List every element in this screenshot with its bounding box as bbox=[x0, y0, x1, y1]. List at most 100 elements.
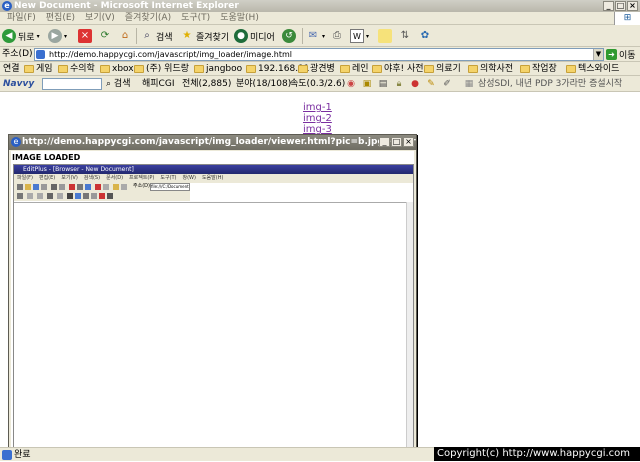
popup-title: http://demo.happycgi.com/javascript/img_… bbox=[9, 135, 416, 150]
toolbar-separator bbox=[302, 28, 303, 44]
address-input[interactable]: http://demo.happycgi.com/javascript/img_… bbox=[34, 48, 604, 61]
link-item[interactable]: 게임 bbox=[24, 62, 53, 76]
navvy-total[interactable]: 전체(2,885) bbox=[182, 76, 231, 92]
pencil-icon[interactable]: ✎ bbox=[426, 79, 436, 89]
mail-dropdown-icon: ▾ bbox=[322, 32, 326, 40]
media-button[interactable]: ● 미디어 bbox=[234, 28, 275, 44]
refresh-icon: ⟳ bbox=[100, 30, 110, 41]
menu-file[interactable]: 파일(F) bbox=[2, 12, 41, 25]
sync-icon: ⇅ bbox=[400, 30, 410, 41]
media-icon: ● bbox=[234, 29, 248, 43]
menu-favorites[interactable]: 즐겨찾기(A) bbox=[120, 12, 176, 25]
navvy-tool-icon[interactable]: ✐ bbox=[442, 79, 452, 89]
home-icon: ⌂ bbox=[121, 30, 129, 41]
link-item[interactable]: 야후! 사전 bbox=[372, 62, 424, 76]
go-arrow-icon: ➜ bbox=[606, 49, 617, 60]
folder-icon bbox=[468, 65, 478, 73]
link-item[interactable]: 작업장 bbox=[520, 62, 557, 76]
navvy-record-icon[interactable]: ● bbox=[410, 79, 420, 89]
menu-view[interactable]: 보기(V) bbox=[80, 12, 120, 25]
print-button[interactable]: ⎙ bbox=[330, 28, 344, 44]
stop-button[interactable]: × bbox=[78, 28, 92, 44]
standard-toolbar: ◀ 뒤로 ▾ ▶ ▾ × ⟳ ⌂ ⌕ 검색 ★ 즐겨찾기 ● 미디어 ↺ ✉ ▾… bbox=[0, 25, 640, 47]
link-item[interactable]: 레인 bbox=[340, 62, 369, 76]
buddy-icon: ✿ bbox=[420, 30, 430, 41]
search-icon: ⌕ bbox=[106, 79, 112, 89]
refresh-button[interactable]: ⟳ bbox=[98, 28, 112, 44]
address-label: 주소(D) bbox=[2, 49, 33, 59]
discuss-button[interactable] bbox=[378, 28, 392, 44]
link-item[interactable]: 의학사전 bbox=[468, 62, 513, 76]
popup-minimize-button[interactable]: _ bbox=[379, 137, 390, 147]
word-icon: W bbox=[350, 29, 364, 43]
link-item[interactable]: 의료기 bbox=[424, 62, 461, 76]
editplus-address-input: file:///C:/Documents%20 bbox=[150, 183, 190, 191]
folder-icon bbox=[58, 65, 68, 73]
navvy-search-button[interactable]: ⌕ 검색 bbox=[106, 76, 130, 92]
link-item[interactable]: (주) 위드랑 bbox=[134, 62, 189, 76]
page-icon bbox=[36, 50, 45, 59]
ie-window: e New Document - Microsoft Internet Expl… bbox=[0, 0, 640, 461]
img-link-2[interactable]: img-2 bbox=[303, 113, 332, 124]
navvy-toolbar: Navvy ⌕ 검색 해피CGI 전체(2,885) 분야(18/108) 속도… bbox=[0, 76, 640, 92]
navvy-search-input[interactable] bbox=[42, 78, 102, 90]
folder-icon bbox=[566, 65, 576, 73]
navvy-brand[interactable]: Navvy bbox=[3, 76, 34, 92]
navvy-memo-icon[interactable]: ▣ bbox=[362, 79, 372, 89]
link-item[interactable]: 광견병 bbox=[298, 62, 335, 76]
minimize-button[interactable]: _ bbox=[603, 1, 614, 11]
search-icon: ⌕ bbox=[144, 30, 150, 41]
navvy-ad-text[interactable]: 삼성SDI, 내년 PDP 3가라만 증설시작 bbox=[478, 76, 622, 92]
link-item[interactable]: jangboo bbox=[194, 62, 242, 76]
forward-arrow-icon: ▶ bbox=[48, 29, 62, 43]
back-arrow-icon: ◀ bbox=[2, 29, 16, 43]
forward-button[interactable]: ▶ ▾ bbox=[48, 28, 67, 44]
copyright-banner: Copyright(c) http://www.happycgi.com bbox=[434, 447, 640, 461]
editplus-scrollbar bbox=[406, 202, 413, 447]
editplus-toolbar-2 bbox=[14, 192, 190, 201]
address-bar: 주소(D) http://demo.happycgi.com/javascrip… bbox=[0, 47, 640, 62]
links-label: 연결 bbox=[3, 64, 20, 74]
link-item[interactable]: xbox bbox=[100, 62, 134, 76]
folder-icon bbox=[520, 65, 530, 73]
folder-icon bbox=[134, 65, 144, 73]
navvy-speed[interactable]: 속도(0.3/2.6) bbox=[290, 76, 345, 92]
status-text: 완료 bbox=[14, 450, 31, 460]
back-label: 뒤로 bbox=[18, 32, 35, 43]
back-button[interactable]: ◀ 뒤로 ▾ bbox=[2, 28, 40, 44]
links-bar: 연결 게임 수의학 xbox (주) 위드랑 jangboo 192.168.1… bbox=[0, 62, 640, 76]
search-label: 검색 bbox=[156, 32, 173, 43]
print-icon: ⎙ bbox=[333, 30, 341, 41]
back-dropdown-icon: ▾ bbox=[36, 32, 40, 40]
maximize-button[interactable]: □ bbox=[615, 1, 626, 11]
research-button[interactable]: ✿ bbox=[418, 28, 432, 44]
popup-body: IMAGE LOADED EditPlus - [Browser - New D… bbox=[11, 151, 414, 454]
title-bar: e New Document - Microsoft Internet Expl… bbox=[0, 0, 640, 12]
link-item[interactable]: 텍스와이드 bbox=[566, 62, 619, 76]
navvy-site[interactable]: 해피CGI bbox=[142, 76, 174, 92]
folder-icon bbox=[246, 65, 256, 73]
popup-maximize-button[interactable]: □ bbox=[391, 137, 402, 147]
history-button[interactable]: ↺ bbox=[282, 28, 296, 44]
popup-close-button[interactable]: × bbox=[403, 137, 414, 147]
menu-help[interactable]: 도움말(H) bbox=[215, 12, 264, 25]
menu-edit[interactable]: 편집(E) bbox=[41, 12, 80, 25]
messenger-button[interactable]: ⇅ bbox=[398, 28, 412, 44]
lock-icon[interactable]: 🔒︎ bbox=[394, 79, 404, 89]
go-button[interactable]: ➜ 이동 bbox=[606, 48, 636, 61]
edit-button[interactable]: W ▾ bbox=[350, 28, 369, 44]
toolbar-separator bbox=[136, 28, 137, 44]
address-dropdown-icon[interactable]: ▼ bbox=[593, 49, 603, 60]
navvy-page-icon[interactable]: ▤ bbox=[378, 79, 388, 89]
mail-button[interactable]: ✉ ▾ bbox=[306, 28, 325, 44]
search-button[interactable]: ⌕ 검색 bbox=[140, 28, 173, 44]
menu-tools[interactable]: 도구(T) bbox=[176, 12, 215, 25]
close-button[interactable]: × bbox=[627, 1, 638, 11]
home-button[interactable]: ⌂ bbox=[118, 28, 132, 44]
favorites-button[interactable]: ★ 즐겨찾기 bbox=[180, 28, 230, 44]
navvy-option-icon[interactable]: ◉ bbox=[346, 79, 356, 89]
link-item[interactable]: 수의학 bbox=[58, 62, 95, 76]
img-link-1[interactable]: img-1 bbox=[303, 102, 332, 113]
navvy-field[interactable]: 분야(18/108) bbox=[236, 76, 291, 92]
favorites-label: 즐겨찾기 bbox=[196, 32, 230, 43]
